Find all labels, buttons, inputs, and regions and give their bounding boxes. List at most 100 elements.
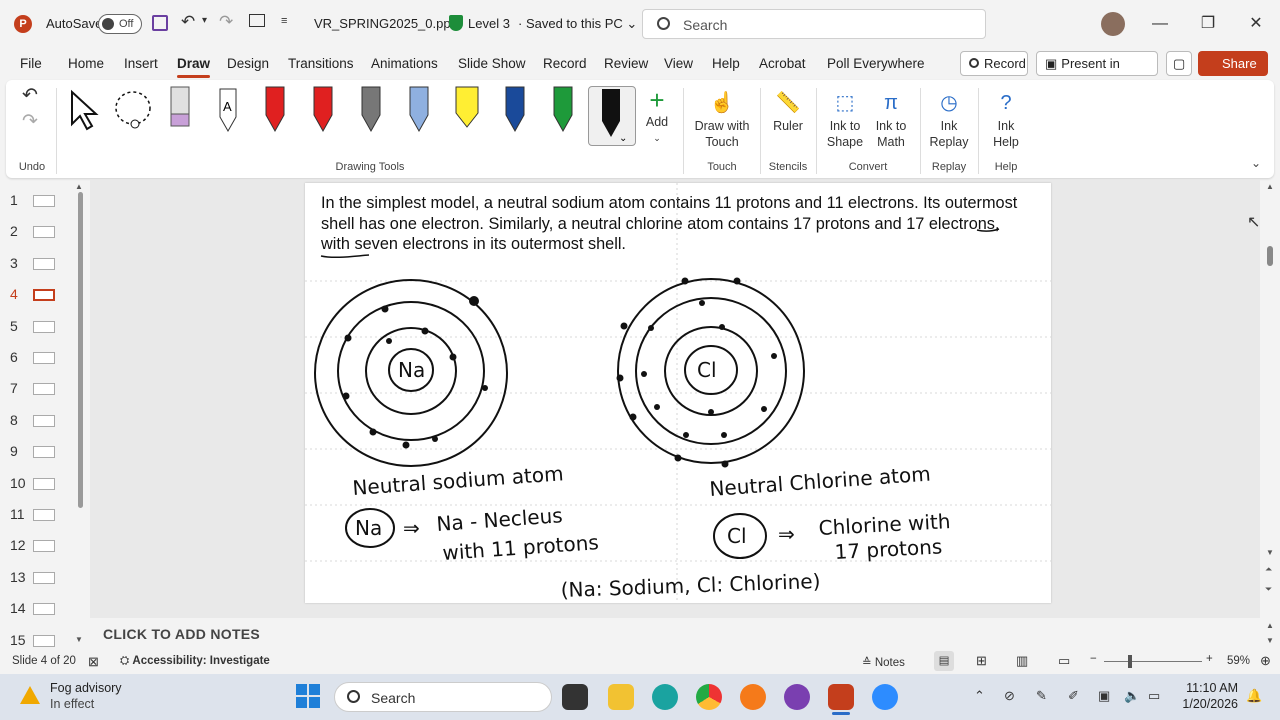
tab-design[interactable]: Design	[227, 56, 269, 71]
customize-qat-icon[interactable]: ≡	[281, 15, 287, 27]
reading-view-icon[interactable]: ▥	[1016, 653, 1028, 669]
edge-icon[interactable]	[652, 684, 678, 710]
slide-thumbnail[interactable]	[33, 352, 55, 364]
slide-thumbnail[interactable]	[33, 289, 55, 302]
present-in-teams-button[interactable]: ▣Present in Teams	[1036, 51, 1158, 94]
tab-poll-everywhere[interactable]: Poll Everywhere	[827, 56, 925, 71]
slide-thumbnail[interactable]	[33, 383, 55, 396]
thumbnail-number[interactable]: 15	[10, 632, 30, 648]
slide-thumbnail[interactable]	[33, 320, 55, 333]
clock-time[interactable]: 11:10 AM	[1176, 681, 1238, 695]
slide-thumbnail[interactable]	[33, 509, 55, 521]
present-icon[interactable]	[249, 14, 265, 27]
notifications-icon[interactable]: 🔔	[1246, 688, 1262, 704]
vertical-scrollbar[interactable]	[1267, 246, 1273, 266]
save-icon[interactable]	[152, 15, 168, 31]
slide-thumbnail[interactable]	[33, 257, 55, 270]
ink-help-button[interactable]: ? Ink Help	[984, 88, 1028, 150]
firefox-icon[interactable]	[740, 684, 766, 710]
comments-icon[interactable]: ▢	[1166, 51, 1192, 76]
tray-battery-icon[interactable]: ▭	[1148, 688, 1160, 704]
spelling-icon[interactable]: ⊠	[88, 654, 99, 670]
slide-thumbnail[interactable]	[33, 540, 55, 553]
tab-file[interactable]: File	[20, 56, 42, 71]
tray-network-icon[interactable]: ⊘	[1004, 688, 1015, 704]
tab-animations[interactable]: Animations	[371, 56, 438, 71]
normal-view-icon[interactable]: ▤	[934, 651, 954, 671]
slide-4[interactable]: In the simplest model, a neutral sodium …	[305, 183, 1051, 603]
clock-date[interactable]: 1/20/2026	[1170, 697, 1238, 711]
thumbnail-number[interactable]: 8	[10, 412, 30, 428]
tab-view[interactable]: View	[664, 56, 693, 71]
slide-thumbnail[interactable]	[33, 477, 55, 490]
thumbnail-number[interactable]: 7	[10, 380, 30, 396]
thumbnail-number[interactable]: 1	[10, 192, 30, 208]
redo-ribbon-icon[interactable]: ↷	[22, 110, 38, 133]
chrome-icon[interactable]	[696, 684, 722, 710]
accessibility-status[interactable]: ⛭ Accessibility: Investigate	[120, 655, 270, 668]
zoom-slider[interactable]	[1104, 661, 1202, 662]
maximize-icon[interactable]: ❐	[1196, 12, 1220, 36]
undo-ribbon-icon[interactable]: ↶	[22, 84, 38, 107]
black-pen-selected[interactable]: ⌄	[588, 86, 636, 146]
avatar[interactable]	[1101, 12, 1125, 36]
notes-toggle[interactable]: ≙ Notes	[862, 655, 905, 669]
slide-thumbnail[interactable]	[33, 571, 55, 584]
slide-thumbnail[interactable]	[33, 634, 55, 647]
ruler-button[interactable]: 📏 Ruler	[766, 88, 810, 134]
thumbnail-number[interactable]: 9	[10, 443, 30, 459]
slide-sorter-icon[interactable]: ⊞	[976, 653, 987, 669]
thumbnail-number[interactable]: 4	[10, 286, 30, 302]
sensitivity-label[interactable]: Level 3	[468, 16, 510, 31]
zoom-app-icon[interactable]	[872, 684, 898, 710]
collapse-ribbon-icon[interactable]: ⌄	[1251, 156, 1261, 170]
tray-pen-icon[interactable]: ✎	[1036, 688, 1047, 704]
task-view-icon[interactable]	[562, 684, 588, 710]
tray-display-icon[interactable]: ▣	[1098, 688, 1110, 704]
tab-draw[interactable]: Draw	[177, 56, 211, 78]
tray-draw-icon[interactable]: ✐	[1068, 688, 1079, 704]
tray-volume-icon[interactable]: 🔈	[1124, 688, 1140, 704]
add-pen-button[interactable]: + Add ⌄	[640, 86, 674, 146]
draw-with-touch-button[interactable]: ☝ Draw with Touch	[690, 88, 754, 150]
thumbnail-number[interactable]: 13	[10, 569, 30, 585]
windows-start-icon[interactable]	[296, 684, 320, 708]
thumb-scrollbar[interactable]	[78, 192, 83, 508]
next-slide-icon[interactable]: ⏷	[1265, 584, 1272, 595]
app-icon[interactable]	[784, 684, 810, 710]
weather-title[interactable]: Fog advisory	[50, 681, 122, 695]
thumb-scroll-down-icon[interactable]: ▼	[75, 635, 83, 644]
thumbnail-number[interactable]: 5	[10, 318, 30, 334]
notes-pane[interactable]: CLICK TO ADD NOTES	[90, 618, 1260, 646]
tray-chevron-icon[interactable]: ⌃	[974, 688, 985, 704]
file-explorer-icon[interactable]	[608, 684, 634, 710]
tab-transitions[interactable]: Transitions	[288, 56, 354, 71]
tab-review[interactable]: Review	[604, 56, 648, 71]
tab-home[interactable]: Home	[68, 56, 104, 71]
thumbnail-number[interactable]: 3	[10, 255, 30, 271]
fit-slide-icon[interactable]: ⊕	[1260, 653, 1271, 669]
tab-slide-show[interactable]: Slide Show	[458, 56, 526, 71]
record-button[interactable]: Record	[960, 51, 1028, 76]
slide-thumbnail[interactable]	[33, 195, 55, 207]
close-icon[interactable]: ✕	[1244, 12, 1268, 36]
tab-help[interactable]: Help	[712, 56, 740, 71]
notes-scroll-down-icon[interactable]: ▼	[1266, 636, 1274, 645]
slide-thumbnail[interactable]	[33, 446, 55, 459]
zoom-level[interactable]: 59%	[1227, 655, 1250, 667]
undo-icon[interactable]: ↶	[181, 12, 195, 32]
scroll-down-icon[interactable]: ▼	[1266, 548, 1274, 557]
slide-thumbnail[interactable]	[33, 226, 55, 239]
tab-record[interactable]: Record	[543, 56, 587, 71]
share-button[interactable]: Share ⌄	[1198, 51, 1268, 96]
prev-slide-icon[interactable]: ⏶	[1265, 564, 1272, 575]
tab-insert[interactable]: Insert	[124, 56, 158, 71]
ink-replay-button[interactable]: ◷ Ink Replay	[926, 88, 972, 150]
thumbnail-number[interactable]: 10	[10, 475, 30, 491]
search-input[interactable]: Search	[642, 9, 986, 39]
slideshow-view-icon[interactable]: ▭	[1058, 653, 1070, 669]
thumbnail-number[interactable]: 12	[10, 537, 30, 553]
zoom-slider-thumb[interactable]	[1128, 655, 1132, 668]
thumbnail-number[interactable]: 6	[10, 349, 30, 365]
zoom-in-icon[interactable]: +	[1206, 653, 1213, 665]
